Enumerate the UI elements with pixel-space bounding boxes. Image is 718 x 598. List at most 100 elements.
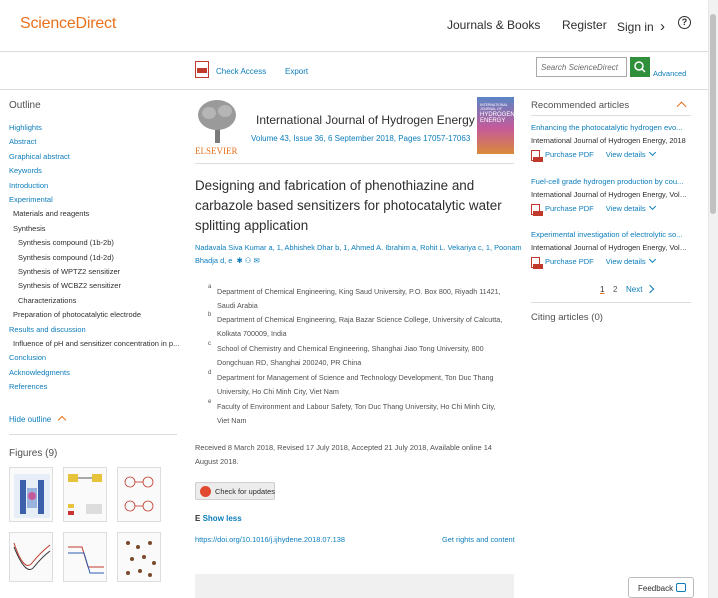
view-details-link[interactable]: View details [606,257,646,266]
figure-thumbnail-1[interactable] [9,467,53,522]
outline-item[interactable]: Materials and reagents [13,209,89,218]
outline-item[interactable]: Results and discussion [9,325,86,334]
outline-item[interactable]: Keywords [9,166,42,175]
collapse-recommended-icon[interactable] [676,101,687,112]
affiliation-item: School of Chemistry and Chemical Enginee… [217,342,517,370]
chevron-right-icon [645,284,654,294]
doi-link[interactable]: https://doi.org/10.1016/j.ijhydene.2018.… [195,535,345,544]
hide-outline-button[interactable]: Hide outline [9,415,67,425]
pdf-icon [531,257,543,269]
outline-item[interactable]: Synthesis compound (1d-2d) [18,253,114,262]
outline-item[interactable]: Acknowledgments [9,368,70,377]
check-access-link[interactable]: Check Access [216,67,266,76]
person-icon: ⚇ [244,256,252,265]
feedback-button[interactable]: Feedback [628,577,694,598]
authors-line-1: Nadavala Siva Kumar a, 1, Abhishek Dhar … [195,243,522,252]
export-link[interactable]: Export [285,67,308,76]
recommended-article-title[interactable]: Experimental investigation of electrolyt… [531,230,689,239]
figures-heading: Figures (9) [9,448,58,459]
check-for-updates-button[interactable]: Check for updates [195,482,275,500]
purchase-pdf-link[interactable]: Purchase PDF [545,204,594,213]
affiliation-marker: b [208,312,212,318]
figure-6-image [126,541,156,577]
affiliation-marker: d [208,370,212,376]
view-details-link[interactable]: View details [606,150,646,159]
outline-item[interactable]: Synthesis compound (1b-2b) [18,238,114,247]
sciencedirect-logo[interactable]: ScienceDirect [20,15,116,33]
sign-in-label: Sign in [617,20,654,34]
issue-info-text: Volume 43, Issue 36, 6 September 2018, P… [251,134,471,143]
journal-cover[interactable]: INTERNATIONAL JOURNAL OF HYDROGEN ENERGY [477,97,515,154]
dates-line-2: August 2018. [195,457,239,466]
affiliation-item: Department for Management of Science and… [217,371,517,399]
citing-articles-heading[interactable]: Citing articles (0) [531,312,603,323]
affiliation-line-1: Faculty of Environment and Labour Safety… [217,402,496,411]
recommended-article-title[interactable]: Fuel-cell grade hydrogen production by c… [531,177,689,186]
figure-thumbnail-2[interactable] [63,467,107,522]
advanced-search-link[interactable]: Advanced [653,69,686,78]
outline-item[interactable]: Characterizations [18,296,76,305]
elsevier-wordmark: ELSEVIER [195,146,238,156]
issue-info[interactable]: Volume 43, Issue 36, 6 September 2018, P… [251,134,470,143]
figure-2-image [68,474,102,515]
outline-item[interactable]: Highlights [9,123,42,132]
article-title-line-3: splitting application [195,218,309,233]
elsevier-logo[interactable]: ELSEVIER [195,97,242,157]
article-title-line-2: carbazole based sensitizers for photocat… [195,198,502,213]
check-updates-label: Check for updates [215,487,275,496]
show-less-button[interactable]: E Show less [195,514,242,523]
outline-item[interactable]: Synthesis of WPTZ2 sensitizer [18,267,120,276]
page-1-link[interactable]: 1 [600,285,604,294]
get-rights-link[interactable]: Get rights and content [442,535,515,544]
recommended-article-source: International Journal of Hydrogen Energy… [531,136,686,145]
figure-thumbnail-4[interactable] [9,532,53,582]
search-input[interactable]: Search ScienceDirect [536,57,627,77]
outline-item[interactable]: Experimental [9,195,53,204]
outline-item[interactable]: Graphical abstract [9,152,70,161]
figure-thumbnail-5[interactable] [63,532,107,582]
affiliation-line-1: Department for Management of Science and… [217,373,494,382]
show-less-label: Show less [202,514,242,523]
sign-in-link[interactable]: Sign in › [617,18,665,35]
search-button[interactable] [630,57,650,77]
recommended-actions: Purchase PDF View details [531,203,656,216]
search-icon [634,61,646,73]
article-title-line-1: Designing and fabrication of phenothiazi… [195,178,475,193]
help-icon[interactable]: ? [678,16,691,29]
article-header-divider [195,163,514,164]
register-link[interactable]: Register [562,18,607,32]
recommended-actions: Purchase PDF View details [531,149,656,162]
purchase-pdf-link[interactable]: Purchase PDF [545,257,594,266]
purchase-pdf-link[interactable]: Purchase PDF [545,150,594,159]
recommended-heading: Recommended articles [531,100,630,111]
next-page-link[interactable]: Next [626,284,654,294]
outline-item[interactable]: Abstract [9,137,37,146]
recommended-article-title[interactable]: Enhancing the photocatalytic hydrogen ev… [531,123,689,132]
outline-item[interactable]: References [9,382,47,391]
pdf-icon [531,204,543,216]
outline-item[interactable]: Conclusion [9,353,46,362]
figure-thumbnail-6[interactable] [117,532,161,582]
scrollbar-thumb[interactable] [710,14,716,214]
affiliation-line-2: Dongchuan RD, Shanghai 200240, PR China [217,358,362,367]
authors-line-2-container[interactable]: Bhadja d, e ✱ ⚇ ✉ [195,256,260,265]
cover-text-3: ENERGY [480,118,506,124]
outline-item[interactable]: Preparation of photocatalytic electrode [13,310,141,319]
article-dates: Received 8 March 2018, Revised 17 July 2… [195,441,515,469]
journals-books-link[interactable]: Journals & Books [447,18,540,32]
figure-thumbnail-3[interactable] [117,467,161,522]
outline-item[interactable]: Synthesis of WCBZ2 sensitizer [18,281,121,290]
outline-item[interactable]: Introduction [9,181,48,190]
outline-item[interactable]: Synthesis [13,224,46,233]
outline-item[interactable]: Influence of pH and sensitizer concentra… [13,339,179,348]
page-2-link[interactable]: 2 [613,285,617,294]
chevron-down-icon [648,149,656,157]
affiliation-line-1: Department of Chemical Engineering, Raja… [217,315,503,324]
authors-list[interactable]: Nadavala Siva Kumar a, 1, Abhishek Dhar … [195,243,522,252]
cover-text-1: INTERNATIONAL JOURNAL OF [480,103,508,111]
figure-5-image [68,546,104,574]
figure-3-image [124,476,154,512]
view-details-link[interactable]: View details [606,204,646,213]
journal-title[interactable]: International Journal of Hydrogen Energy [256,113,475,127]
show-less-icon: E [195,514,201,523]
